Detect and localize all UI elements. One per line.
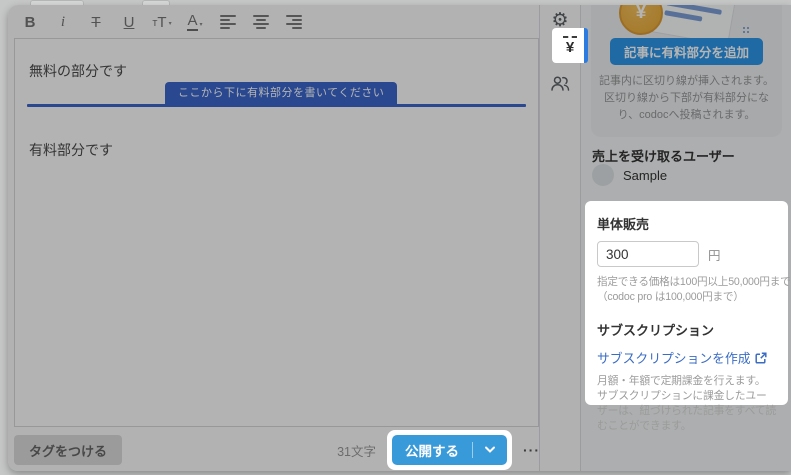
- add-paid-part-caption: 記事内に区切り線が挿入されます。区切り線から下部が有料部分になり、codocへ投…: [599, 73, 774, 124]
- create-subscription-link[interactable]: サブスクリプションを作成: [597, 348, 776, 367]
- chevron-down-icon: ▾: [200, 21, 203, 31]
- add-paid-section: ¥ 記事に有料部分を追加 記事内に区切り線が挿入されます。区切り線から下部が有料…: [591, 5, 782, 137]
- people-icon: [549, 75, 571, 92]
- settings-icon-rail: ⚙ ¥: [539, 5, 581, 471]
- italic-icon: i: [61, 14, 65, 31]
- dots-decoration: [743, 27, 745, 29]
- paid-settings-panel: ¥ 記事に有料部分を追加 記事内に区切り線が挿入されます。区切り線から下部が有料…: [581, 5, 791, 471]
- currency-label: 円: [708, 245, 721, 264]
- price-note-line2: （codoc pro は100,000円まで）: [597, 290, 776, 305]
- underline-icon: U: [124, 14, 135, 31]
- chevron-down-icon: ▾: [169, 20, 172, 30]
- align-right-icon: [286, 15, 302, 29]
- paid-article-illustration: ¥: [591, 5, 782, 39]
- footer-right-group: 31文字 公開する ···: [337, 430, 540, 470]
- align-center-icon: [253, 15, 269, 29]
- seller-row[interactable]: Sample: [592, 164, 667, 186]
- price-note-line1: 指定できる価格は100円以上50,000円まで: [597, 275, 776, 290]
- publish-button-label[interactable]: 公開する: [392, 440, 472, 460]
- bold-icon: B: [25, 14, 36, 31]
- align-right-button[interactable]: [284, 15, 304, 29]
- price-row: 円: [597, 241, 776, 267]
- pricing-card: 単体販売 円 指定できる価格は100円以上50,000円まで （codoc pr…: [585, 201, 788, 405]
- seller-name: Sample: [623, 168, 667, 183]
- seller-heading: 売上を受け取るユーザー: [592, 146, 735, 165]
- text-color-icon: A: [187, 13, 197, 31]
- active-tab-indicator: [584, 28, 588, 63]
- add-paid-part-button[interactable]: 記事に有料部分を追加: [610, 38, 763, 65]
- bold-button[interactable]: B: [20, 14, 40, 31]
- publish-options-button[interactable]: [473, 446, 507, 454]
- more-options-button[interactable]: ···: [523, 442, 540, 458]
- paid-part-text[interactable]: 有料部分です: [29, 140, 113, 160]
- editor-area[interactable]: 無料の部分です ここから下に有料部分を書いてください 有料部分です: [14, 38, 539, 427]
- price-note: 指定できる価格は100円以上50,000円まで （codoc pro は100,…: [597, 275, 776, 305]
- publish-split-button[interactable]: 公開する: [392, 435, 507, 465]
- add-tag-button[interactable]: タグをつける: [14, 435, 122, 465]
- external-link-icon: [755, 352, 767, 364]
- yen-icon: ¥: [566, 40, 574, 55]
- align-left-button[interactable]: [218, 15, 238, 29]
- create-subscription-link-label[interactable]: サブスクリプションを作成: [597, 348, 751, 367]
- text-color-button[interactable]: A▾: [185, 13, 205, 31]
- align-left-icon: [220, 15, 236, 29]
- price-input[interactable]: [597, 241, 699, 267]
- free-part-text[interactable]: 無料の部分です: [29, 61, 127, 81]
- subscription-heading: サブスクリプション: [597, 320, 776, 339]
- single-sale-heading: 単体販売: [597, 214, 776, 233]
- paid-divider: ここから下に有料部分を書いてください: [15, 81, 538, 107]
- paid-divider-label: ここから下に有料部分を書いてください: [165, 82, 397, 104]
- publish-button-spotlight: 公開する: [387, 430, 512, 470]
- avatar: [592, 164, 614, 186]
- align-center-button[interactable]: [251, 15, 271, 29]
- paid-settings-tab[interactable]: ¥: [552, 28, 588, 63]
- font-size-button[interactable]: тT▾: [152, 15, 172, 30]
- character-count: 31文字: [337, 441, 376, 460]
- italic-button[interactable]: i: [53, 14, 73, 31]
- subscription-note: 月額・年額で定期課金を行えます。サブスクリプションに課金したユーザーは、紐づけら…: [597, 374, 776, 434]
- strikethrough-icon: T: [91, 14, 100, 31]
- underline-button[interactable]: U: [119, 14, 139, 31]
- editor-footer-bar: タグをつける 31文字 公開する ···: [14, 429, 540, 471]
- paid-divider-line: [27, 104, 526, 107]
- paid-divider-dash-icon: [563, 36, 577, 38]
- strikethrough-button[interactable]: T: [86, 14, 106, 31]
- formatting-toolbar: B i T U тT▾ A▾: [20, 9, 304, 35]
- editor-window: B i T U тT▾ A▾ 無料の部分です ここから下に有料部分を書いてくださ…: [8, 5, 791, 471]
- members-tab[interactable]: [540, 75, 580, 92]
- chevron-down-icon: [484, 446, 496, 454]
